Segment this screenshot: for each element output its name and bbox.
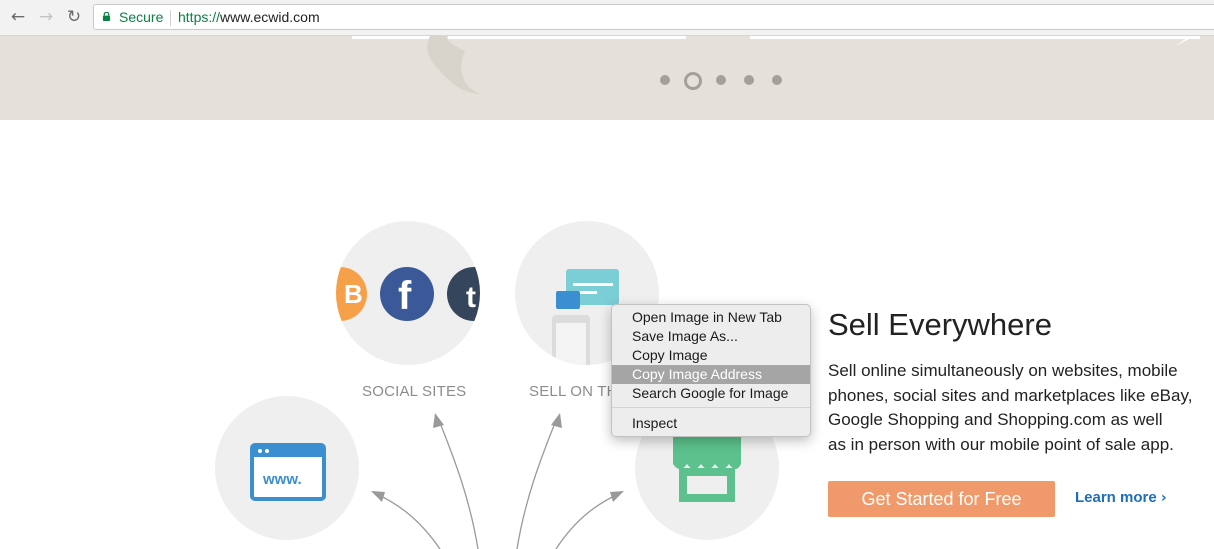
- blogger-icon: B: [336, 267, 367, 321]
- learn-more-link[interactable]: Learn more ›: [1075, 489, 1167, 506]
- tumblr-icon: t: [447, 267, 480, 321]
- learn-more-label: Learn more: [1075, 489, 1157, 506]
- facebook-icon: f: [380, 267, 434, 321]
- menu-item-copy-image-address[interactable]: Copy Image Address: [612, 365, 810, 384]
- website-circle[interactable]: www.: [215, 396, 359, 540]
- chevron-right-icon: ›: [1160, 490, 1167, 506]
- menu-item-search-google-for-image[interactable]: Search Google for Image: [612, 384, 810, 403]
- svg-text:f: f: [398, 274, 412, 318]
- description-line: Google Shopping and Shopping.com as well: [828, 410, 1163, 429]
- description-line: Sell online simultaneously on websites, …: [828, 361, 1178, 380]
- menu-item-inspect[interactable]: Inspect: [612, 414, 810, 433]
- social-sites-label: SOCIAL SITES: [362, 383, 467, 400]
- menu-item-copy-image[interactable]: Copy Image: [612, 346, 810, 365]
- menu-separator: [612, 407, 810, 408]
- description: Sell online simultaneously on websites, …: [828, 359, 1198, 457]
- svg-text:www.: www.: [262, 471, 302, 488]
- context-menu: Open Image in New Tab Save Image As... C…: [611, 304, 811, 437]
- social-sites-circle[interactable]: B f t: [336, 221, 480, 365]
- sell-on-the-go-label: SELL ON TH: [529, 383, 618, 400]
- menu-item-open-image-new-tab[interactable]: Open Image in New Tab: [612, 308, 810, 327]
- svg-text:t: t: [466, 281, 476, 314]
- get-started-button[interactable]: Get Started for Free: [828, 481, 1055, 517]
- description-line: phones, social sites and marketplaces li…: [828, 385, 1193, 405]
- svg-text:B: B: [344, 279, 363, 309]
- www-browser-icon: www.: [250, 443, 326, 501]
- page-title: Sell Everywhere: [828, 307, 1052, 342]
- menu-item-save-image-as[interactable]: Save Image As...: [612, 327, 810, 346]
- social-icons-group: B f t: [336, 267, 480, 321]
- description-line: as in person with our mobile point of sa…: [828, 434, 1174, 454]
